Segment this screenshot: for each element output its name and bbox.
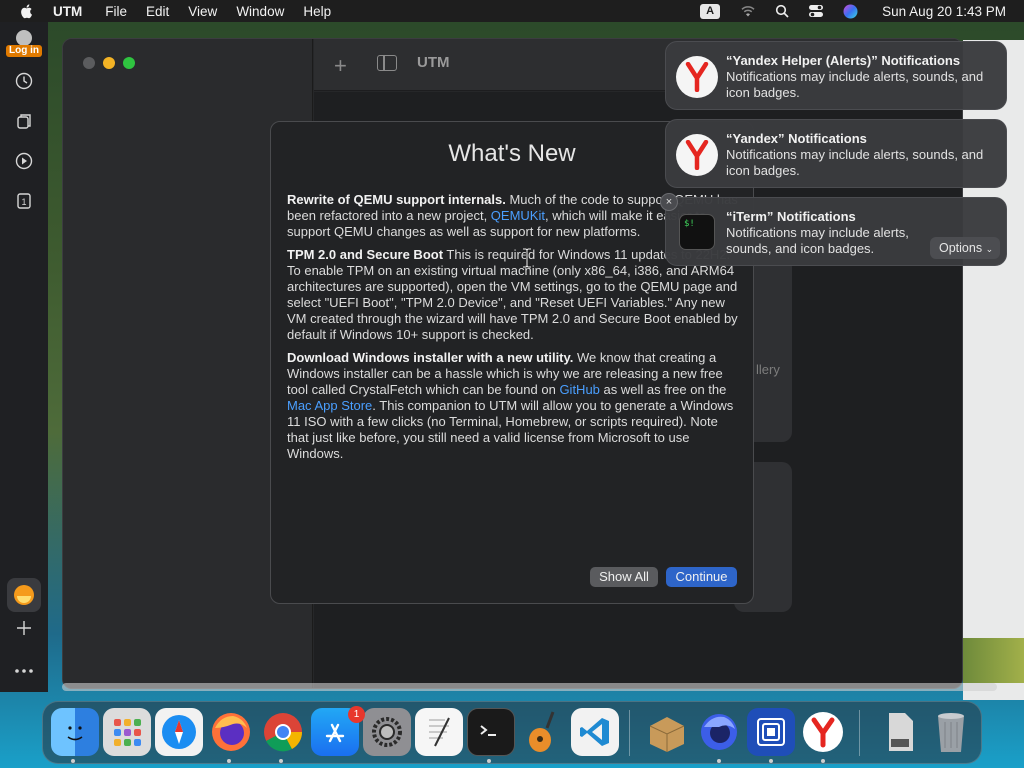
archive-utility-icon[interactable] — [643, 708, 691, 756]
menu-edit[interactable]: Edit — [146, 4, 169, 19]
running-indicator — [487, 759, 491, 763]
desktop-wallpaper-strip — [963, 638, 1024, 683]
qemukit-link[interactable]: QEMUKit — [491, 208, 545, 223]
minimize-window-button[interactable] — [103, 57, 115, 69]
menu-clock[interactable]: Sun Aug 20 1:43 PM — [882, 4, 1006, 19]
window-title: UTM — [417, 54, 450, 71]
section-text: as well as free on the — [599, 382, 727, 397]
sidebar-toggle-icon[interactable] — [377, 55, 397, 71]
utm-icon[interactable] — [747, 708, 795, 756]
vscode-icon[interactable] — [571, 708, 619, 756]
firefox-icon[interactable] — [207, 708, 255, 756]
copy-icon[interactable] — [14, 111, 34, 131]
close-window-button[interactable] — [83, 57, 95, 69]
notification-title: “Yandex Helper (Alerts)” Notifications — [726, 53, 961, 68]
notification-title: “Yandex” Notifications — [726, 131, 867, 146]
notification-options-button[interactable]: Options ⌄ — [930, 237, 1000, 259]
menu-bar: UTM File Edit View Window Help A Sun Aug… — [0, 0, 1024, 22]
siri-icon[interactable] — [842, 3, 858, 19]
safari-icon[interactable] — [155, 708, 203, 756]
textedit-icon[interactable] — [415, 708, 463, 756]
notification-text: Notifications may include alerts, sounds… — [726, 147, 984, 178]
running-indicator — [769, 759, 773, 763]
notification-text: Notifications may include alerts, sounds… — [726, 225, 909, 256]
menu-window[interactable]: Window — [236, 4, 284, 19]
pinned-app-tile[interactable] — [7, 578, 41, 612]
wifi-icon[interactable] — [740, 3, 756, 19]
text-cursor-icon — [523, 248, 531, 268]
background-card-label: llery — [756, 362, 780, 377]
terminal-icon[interactable] — [467, 708, 515, 756]
yandex-browser-icon[interactable] — [799, 708, 847, 756]
chrome-icon[interactable] — [259, 708, 307, 756]
user-avatar[interactable] — [16, 30, 32, 46]
running-indicator — [279, 759, 283, 763]
finder-icon[interactable] — [51, 708, 99, 756]
iterm-icon: $! — [679, 214, 715, 250]
more-icon[interactable] — [14, 661, 34, 681]
running-indicator — [821, 759, 825, 763]
search-icon[interactable] — [774, 3, 790, 19]
section-heading: TPM 2.0 and Secure Boot — [287, 247, 444, 262]
dock-separator — [629, 710, 630, 756]
menu-view[interactable]: View — [188, 4, 217, 19]
apple-menu-icon[interactable] — [19, 3, 35, 19]
play-icon[interactable] — [14, 151, 34, 171]
whats-new-dialog: What's New Rewrite of QEMU support inter… — [270, 121, 754, 604]
input-source-indicator[interactable]: A — [700, 3, 721, 19]
running-indicator — [71, 759, 75, 763]
section-heading: Rewrite of QEMU support internals. — [287, 192, 506, 207]
notification-yandex[interactable]: “Yandex” Notifications Notifications may… — [665, 119, 1007, 188]
running-indicator — [227, 759, 231, 763]
svg-text:1: 1 — [21, 197, 26, 207]
yandex-icon — [676, 56, 718, 98]
history-icon[interactable] — [14, 71, 34, 91]
section-heading: Download Windows installer with a new ut… — [287, 350, 574, 365]
show-all-button[interactable]: Show All — [590, 567, 658, 587]
mac-app-store-link[interactable]: Mac App Store — [287, 398, 372, 413]
garageband-icon[interactable] — [519, 708, 567, 756]
preview-icon[interactable] — [875, 708, 923, 756]
login-button[interactable]: Log in — [6, 45, 42, 57]
number-one-icon[interactable]: 1 — [14, 191, 34, 211]
notification-yandex-helper[interactable]: “Yandex Helper (Alerts)” Notifications N… — [665, 41, 1007, 110]
launchpad-icon[interactable] — [103, 708, 151, 756]
dock — [42, 701, 982, 764]
menu-app-name[interactable]: UTM — [53, 4, 82, 19]
menu-file[interactable]: File — [105, 4, 127, 19]
yandex-icon — [676, 134, 718, 176]
notification-title: “iTerm” Notifications — [726, 209, 856, 224]
dock-separator — [859, 710, 860, 756]
firefox-dev-icon[interactable] — [695, 708, 743, 756]
github-link[interactable]: GitHub — [559, 382, 599, 397]
options-label: Options — [939, 241, 983, 255]
system-settings-icon[interactable] — [363, 708, 411, 756]
system-settings-badge: 1 — [348, 706, 365, 723]
new-vm-plus-icon[interactable]: + — [334, 53, 347, 79]
menu-help[interactable]: Help — [303, 4, 331, 19]
control-center-icon[interactable] — [808, 3, 824, 19]
trash-icon[interactable] — [927, 708, 975, 756]
notification-text: Notifications may include alerts, sounds… — [726, 69, 984, 100]
add-icon[interactable] — [14, 618, 34, 638]
continue-button[interactable]: Continue — [666, 567, 737, 587]
zoom-window-button[interactable] — [123, 57, 135, 69]
notification-close-button[interactable]: × — [660, 193, 678, 211]
running-indicator — [717, 759, 721, 763]
chevron-down-icon: ⌄ — [985, 244, 994, 254]
horizontal-scrollbar[interactable] — [62, 683, 997, 691]
section-windows-installer: Download Windows installer with a new ut… — [287, 350, 743, 462]
